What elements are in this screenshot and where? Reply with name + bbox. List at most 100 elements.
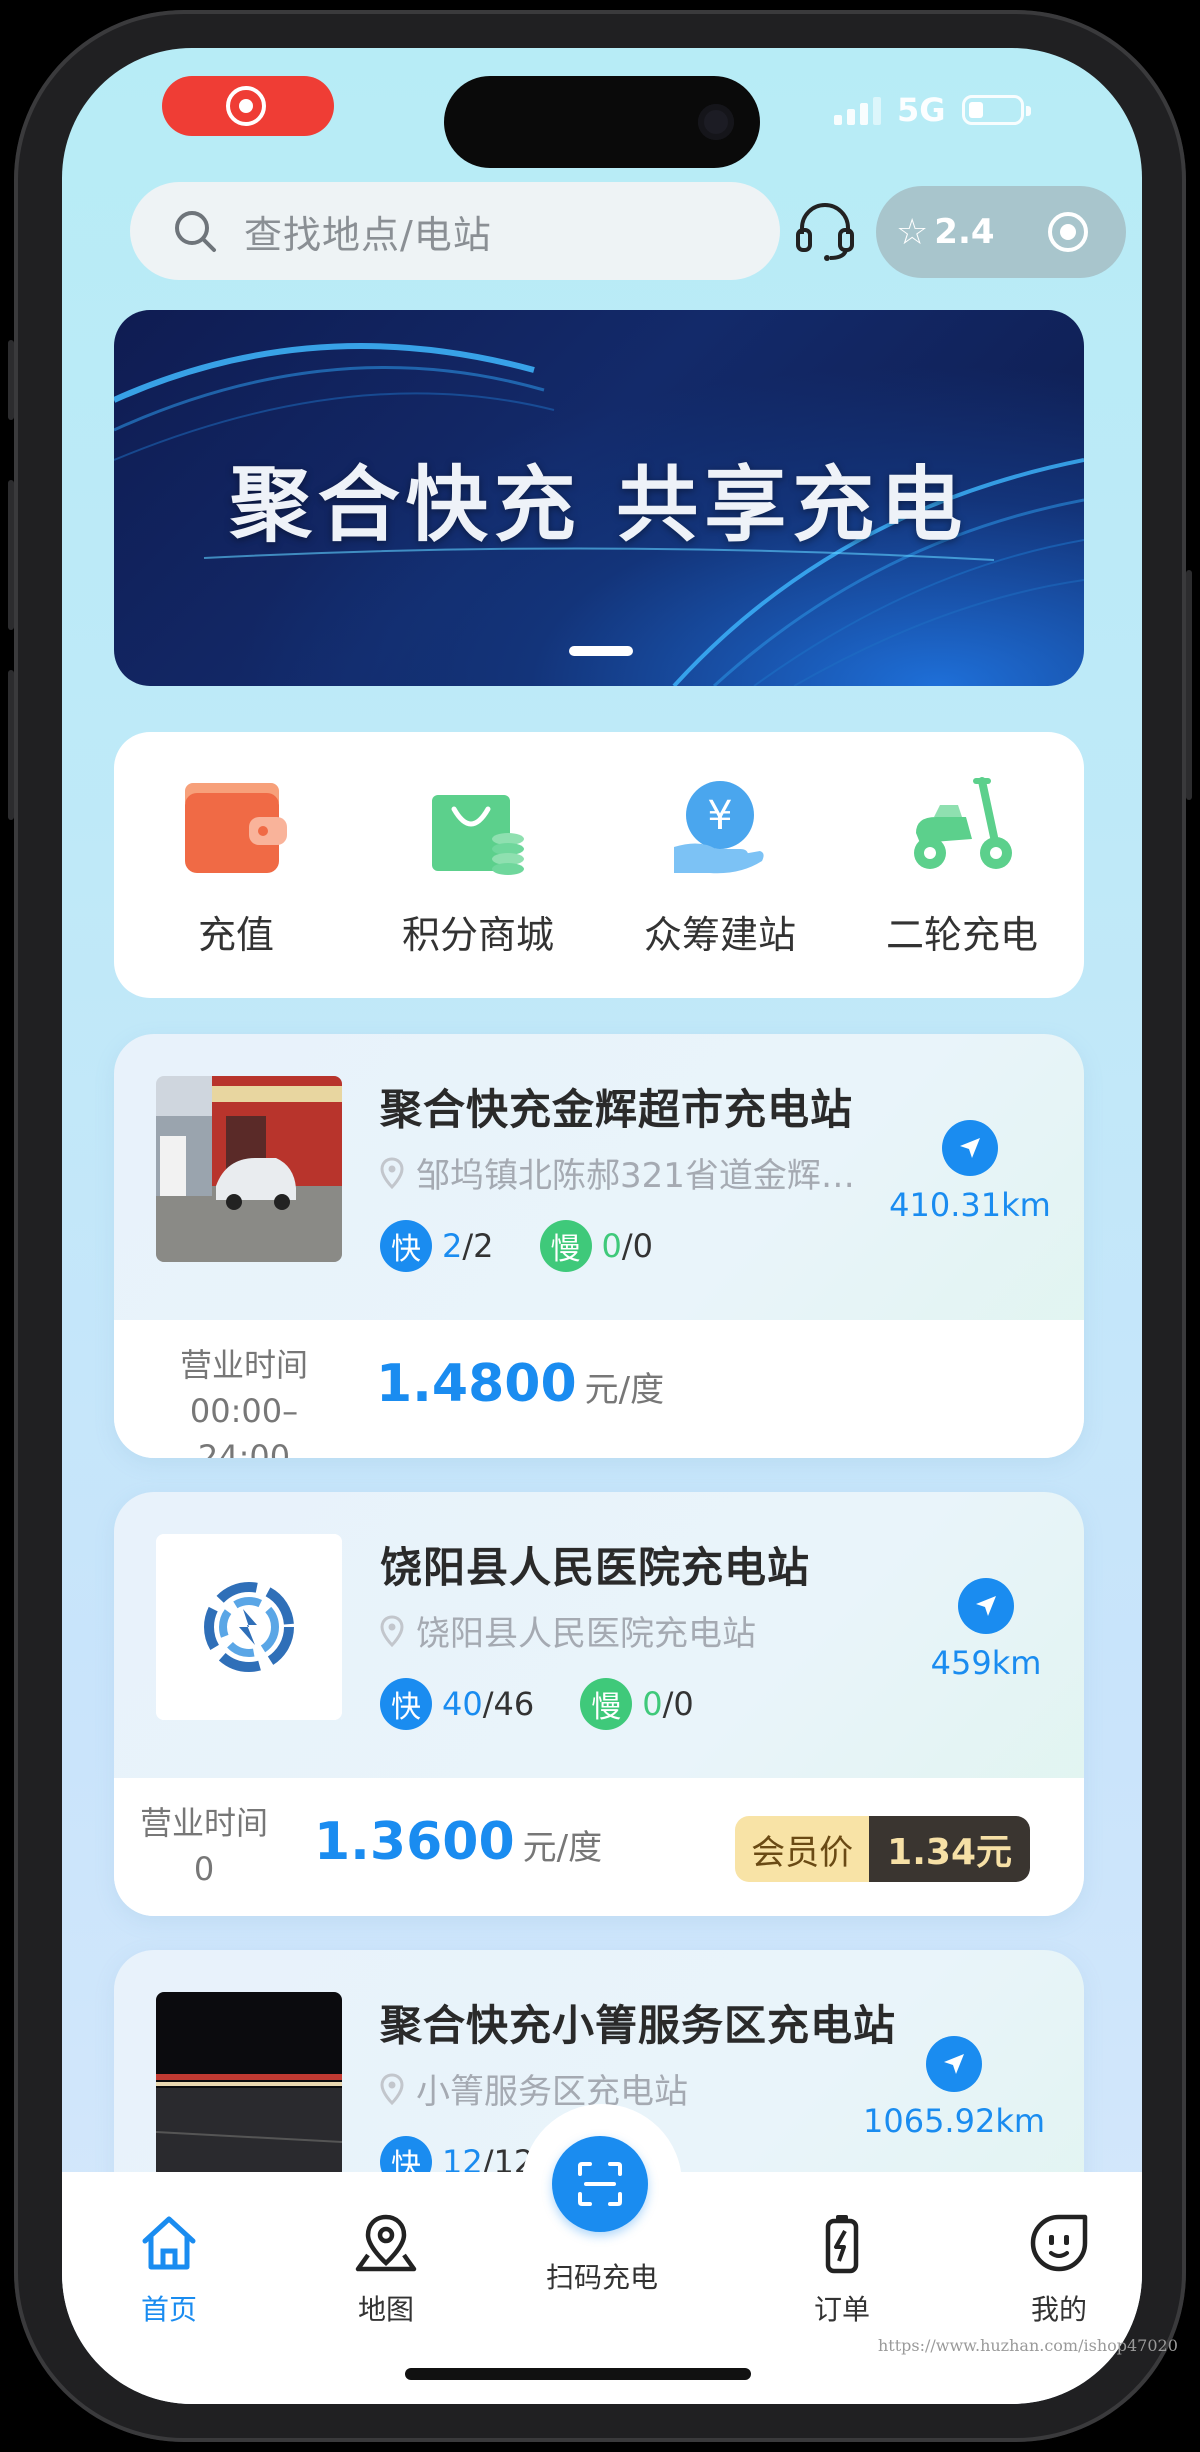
quick-action-points-mall[interactable]: 积分商城 [358, 772, 598, 959]
volume-up-button [8, 480, 14, 630]
slow-total: /0 [662, 1685, 694, 1723]
tab-home[interactable]: 首页 [89, 2208, 249, 2328]
quick-action-ebike-charging[interactable]: 二轮充电 [842, 772, 1082, 959]
banner-headline: 聚合快充 共享充电 [229, 458, 969, 553]
station-distance: 410.31km [889, 1186, 1051, 1224]
station-address-text: 邹坞镇北陈郝321省道金辉… [416, 1156, 855, 1196]
quick-action-label: 积分商城 [401, 913, 554, 957]
network-type: 5G [897, 91, 946, 129]
business-hours: 营业时间 0 [134, 1800, 274, 1892]
search-input[interactable]: 查找地点/电站 [130, 182, 780, 280]
quick-actions: 充值 积分商城 ¥ 众筹建站 二轮充电 [114, 732, 1084, 998]
station-logo [156, 1534, 342, 1720]
station-address: 邹坞镇北陈郝321省道金辉… [380, 1148, 855, 1197]
tab-label: 订单 [813, 2293, 870, 2326]
locate-icon[interactable] [1048, 212, 1088, 252]
map-pin-icon [355, 2214, 417, 2272]
tab-label: 首页 [140, 2293, 197, 2326]
navigation-arrow-icon [942, 1120, 998, 1176]
power-button [1186, 570, 1192, 800]
record-icon [226, 86, 266, 126]
home-icon [142, 2216, 196, 2270]
quick-action-label: 充值 [197, 913, 274, 957]
station-name: 聚合快充金辉超市充电站 [380, 1085, 854, 1134]
search-icon [175, 211, 216, 252]
volume-down-button [8, 670, 14, 820]
rating-locate-pill[interactable]: ☆ 2.4 [876, 186, 1126, 278]
tab-orders[interactable]: 订单 [762, 2208, 922, 2328]
price-value: 1.3600 [314, 1812, 515, 1872]
quick-action-crowdfunding[interactable]: ¥ 众筹建站 [600, 772, 840, 959]
hours-label: 营业时间 [139, 1804, 268, 1842]
station-address-text: 小箐服务区充电站 [416, 2072, 688, 2112]
shopping-bag-icon [432, 795, 524, 875]
station-price: 1.3600 元/度 [314, 1812, 602, 1872]
promo-banner[interactable]: 聚合快充 共享充电 [114, 310, 1084, 686]
member-price-label: 会员价 [735, 1816, 870, 1882]
fast-total: /2 [462, 1227, 494, 1265]
camera-icon [698, 104, 734, 140]
location-pin-icon [380, 1156, 404, 1189]
battery-order-icon [825, 2215, 859, 2274]
app-screen: 5G 查找地点/电站 ☆ 2.4 聚合快充 共享充电 充值 积分商城 ¥ 众筹建… [62, 48, 1142, 2404]
station-name: 聚合快充小箐服务区充电站 [380, 2001, 897, 2050]
star-icon: ☆ [896, 211, 929, 253]
yuan-coin-hand-icon: ¥ [674, 781, 764, 874]
hours-value: 00:00–24:00 [189, 1392, 299, 1458]
price-unit: 元/度 [522, 1828, 603, 1868]
slow-charge-badge: 慢 [580, 1678, 633, 1730]
signal-icon [834, 95, 881, 125]
hours-value: 0 [193, 1850, 215, 1888]
station-card-footer: 营业时间 0 1.3600 元/度 会员价 1.34元 [114, 1778, 1084, 1916]
fast-total: /46 [482, 1685, 535, 1723]
location-pin-icon [380, 2072, 404, 2105]
station-distance: 1065.92km [862, 2102, 1046, 2140]
customer-service-icon[interactable] [792, 198, 858, 268]
tab-label: 我的 [1030, 2293, 1087, 2326]
station-card[interactable]: 饶阳县人民医院充电站 饶阳县人民医院充电站 快 40 /46 慢 0 /0 45… [114, 1492, 1084, 1916]
wallet-icon [185, 783, 287, 873]
fast-available: 40 [442, 1685, 483, 1723]
price-unit: 元/度 [584, 1370, 665, 1410]
banner-page-indicator [569, 646, 633, 656]
navigate-button[interactable]: 1065.92km [854, 2036, 1054, 2140]
status-bar-right: 5G [834, 91, 1031, 129]
member-price-value: 1.34元 [869, 1816, 1030, 1882]
fast-charge-badge: 快 [380, 1678, 432, 1730]
tab-profile[interactable]: 我的 [979, 2208, 1139, 2328]
station-card[interactable]: 聚合快充金辉超市充电站 邹坞镇北陈郝321省道金辉… 快 2 /2 慢 0 /0… [114, 1034, 1084, 1458]
navigate-button[interactable]: 410.31km [880, 1120, 1060, 1224]
quick-action-recharge[interactable]: 充值 [116, 772, 356, 959]
slow-available: 0 [642, 1685, 663, 1723]
scan-charge-label: 扫码充电 [545, 2261, 658, 2294]
fast-available: 2 [442, 1227, 463, 1265]
location-pin-icon [380, 1614, 404, 1647]
business-hours: 营业时间 00:00–24:00 [154, 1342, 334, 1458]
station-photo [156, 1076, 342, 1262]
home-indicator[interactable] [405, 2368, 751, 2380]
slow-total: /0 [621, 1227, 653, 1265]
tab-map[interactable]: 地图 [306, 2208, 466, 2328]
dynamic-island [444, 76, 760, 168]
station-address: 小箐服务区充电站 [380, 2064, 688, 2113]
quick-action-label: 众筹建站 [643, 913, 796, 957]
quick-action-label: 二轮充电 [885, 913, 1038, 957]
mute-switch [8, 340, 14, 420]
screen-recording-indicator[interactable] [162, 76, 334, 136]
tab-scan-charge[interactable] [552, 2136, 648, 2232]
battery-icon [961, 95, 1031, 125]
station-photo [156, 1992, 342, 2178]
station-address-text: 饶阳县人民医院充电站 [416, 1614, 756, 1654]
scooter-icon [914, 777, 1012, 869]
navigation-arrow-icon [958, 1578, 1014, 1634]
profile-face-icon [1030, 2214, 1088, 2272]
slow-charge-badge: 慢 [539, 1220, 592, 1272]
rating-value: 2.4 [934, 212, 995, 252]
station-name: 饶阳县人民医院充电站 [380, 1543, 811, 1592]
station-price: 1.4800 元/度 [376, 1354, 664, 1414]
svg-text:¥: ¥ [707, 793, 732, 839]
navigate-button[interactable]: 459km [896, 1578, 1076, 1682]
search-placeholder: 查找地点/电站 [244, 212, 492, 257]
station-address: 饶阳县人民医院充电站 [380, 1606, 756, 1655]
fast-charge-badge: 快 [380, 1220, 432, 1272]
